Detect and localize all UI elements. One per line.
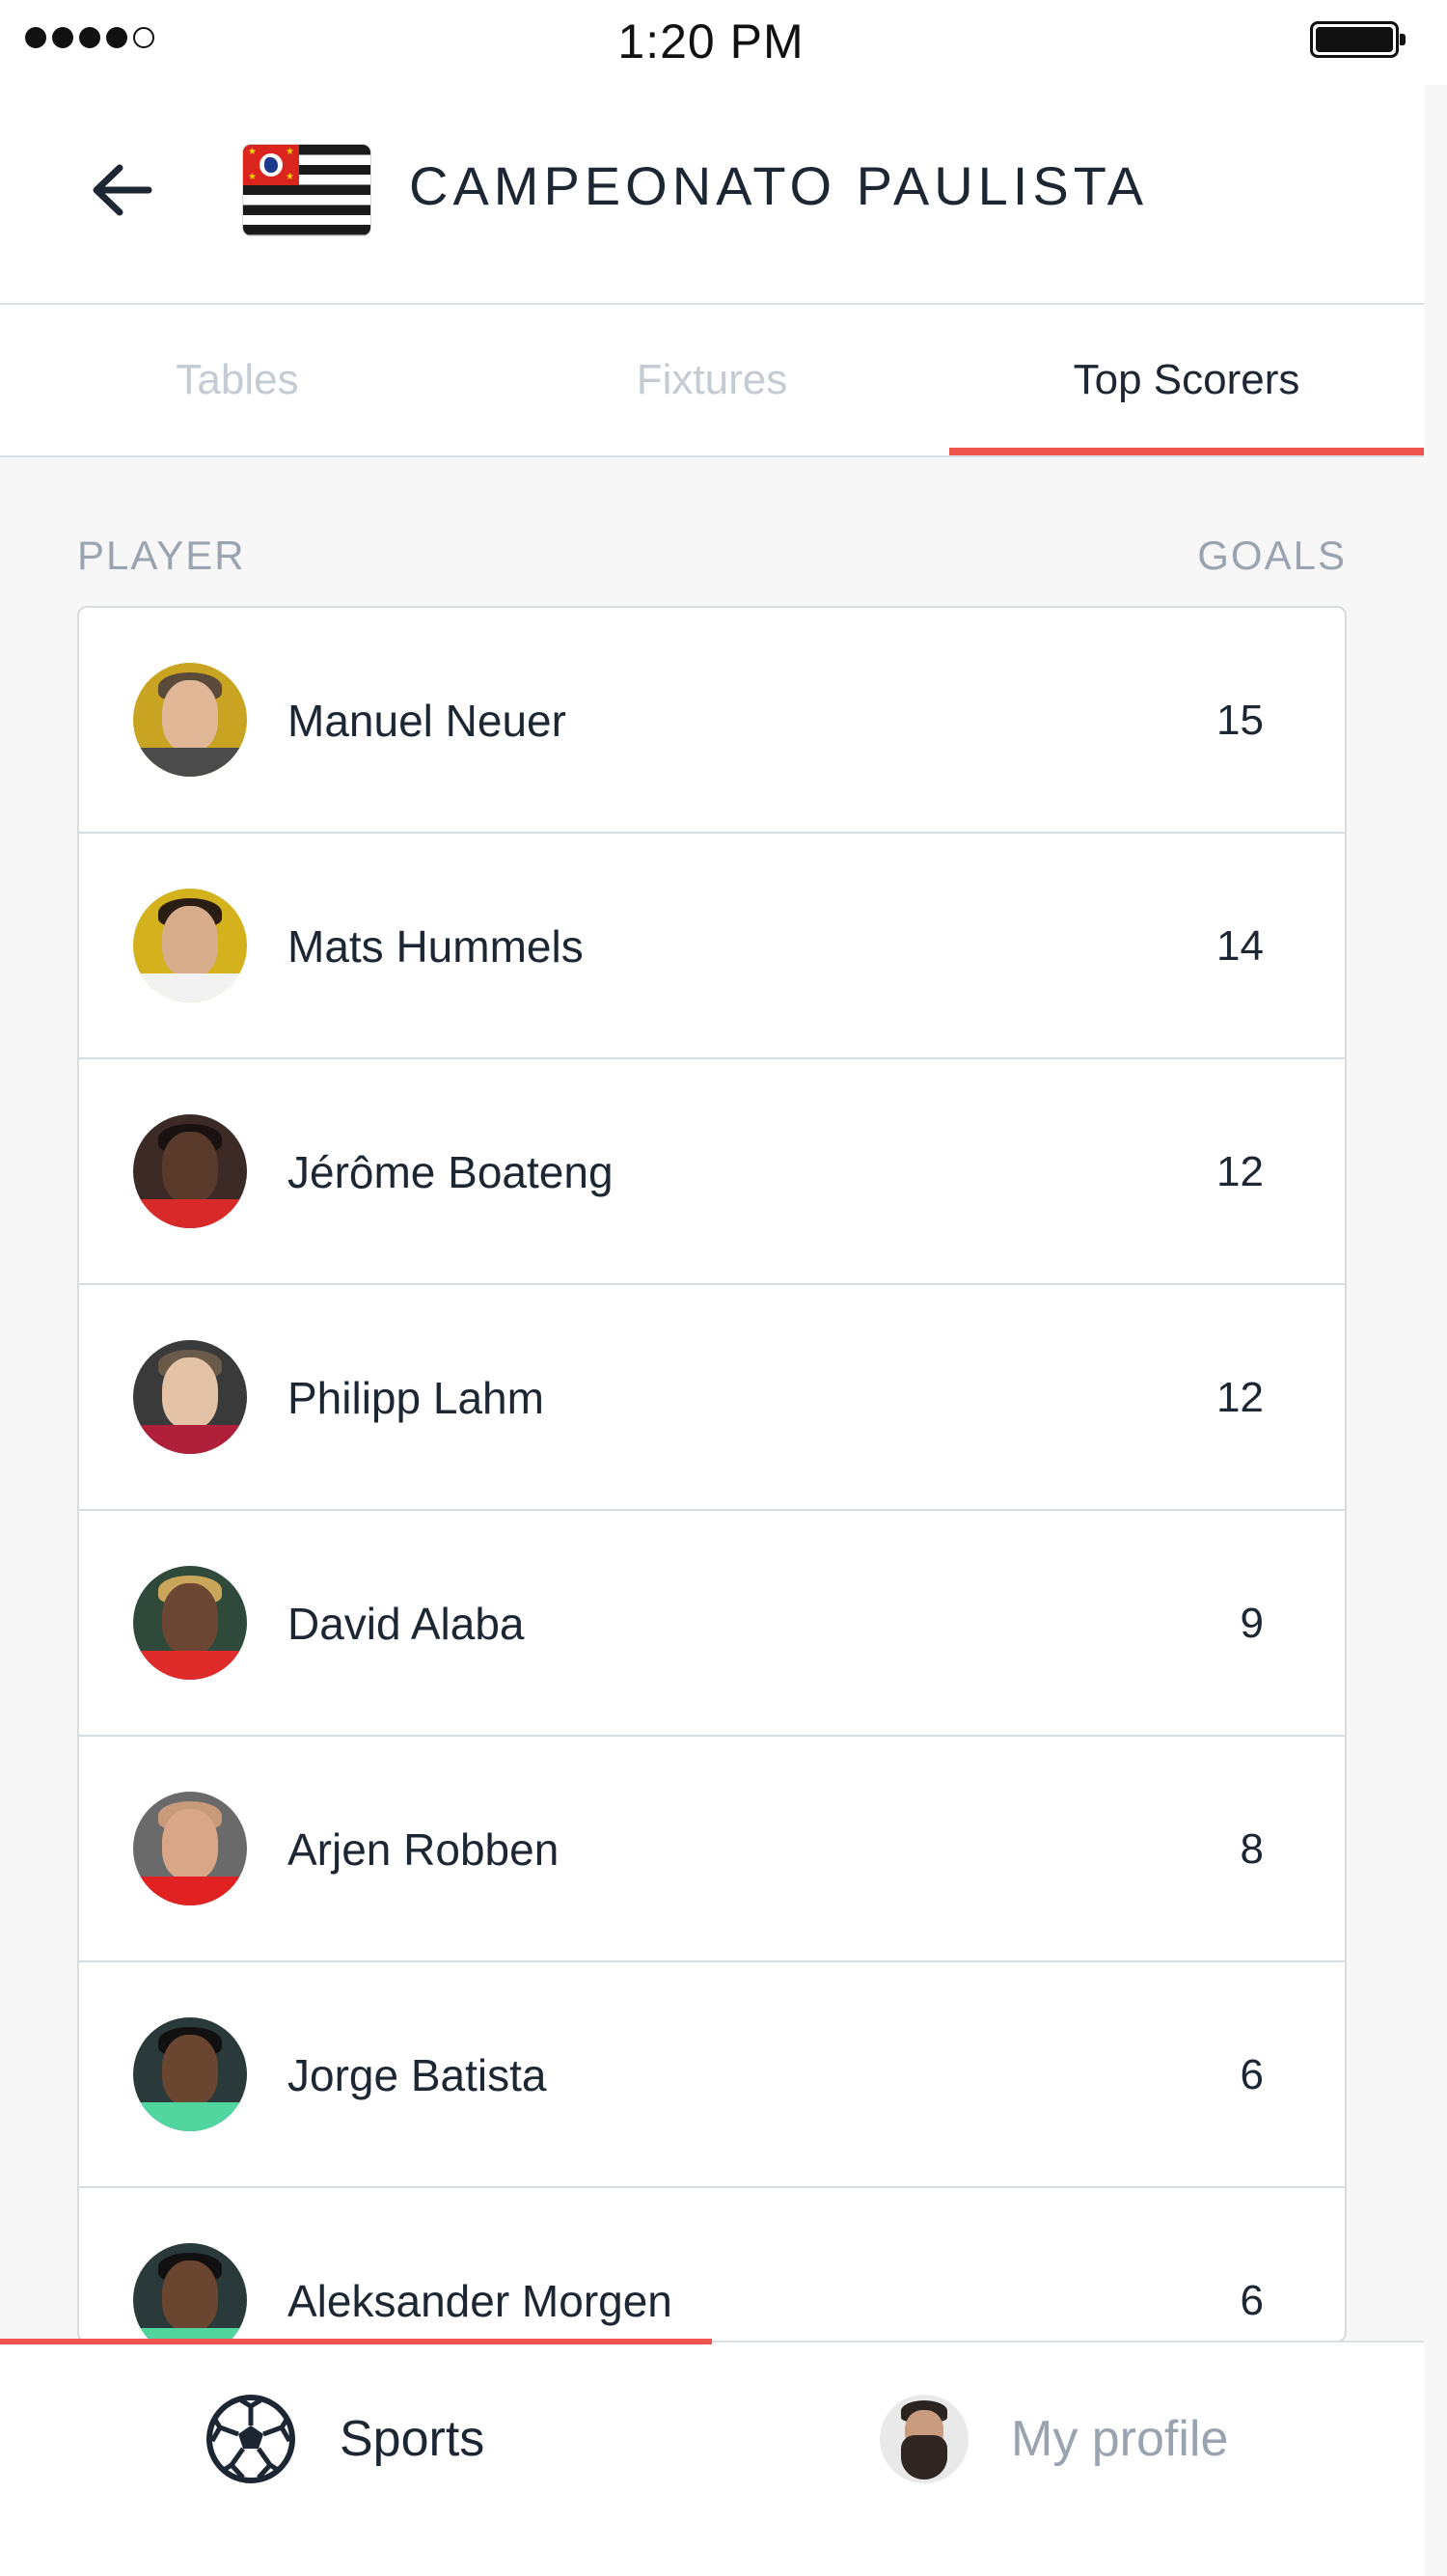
player-goals: 12 xyxy=(1216,1148,1264,1195)
player-goals: 6 xyxy=(1240,2051,1264,2098)
list-item[interactable]: Jorge Batista 6 xyxy=(79,1962,1345,2188)
player-goals: 8 xyxy=(1240,1825,1264,1873)
player-name: Philipp Lahm xyxy=(287,1373,544,1423)
bottom-navigation: Sports My profile xyxy=(0,2341,1424,2576)
player-goals: 12 xyxy=(1216,1374,1264,1421)
list-item[interactable]: Jérôme Boateng 12 xyxy=(79,1059,1345,1285)
player-name: Mats Hummels xyxy=(287,921,584,972)
page-title: CAMPEONATO PAULISTA xyxy=(409,155,1149,216)
list-item[interactable]: Arjen Robben 8 xyxy=(79,1737,1345,1962)
nav-my-profile[interactable]: My profile xyxy=(712,2343,1424,2535)
list-item[interactable]: David Alaba 9 xyxy=(79,1511,1345,1737)
player-goals: 6 xyxy=(1240,2277,1264,2324)
player-avatar xyxy=(133,1340,247,1454)
player-goals: 14 xyxy=(1216,922,1264,970)
back-button[interactable] xyxy=(85,152,160,228)
player-avatar xyxy=(133,2017,247,2131)
active-tab-indicator xyxy=(949,448,1424,455)
nav-sports-label: Sports xyxy=(340,2411,485,2467)
list-item[interactable]: Philipp Lahm 12 xyxy=(79,1285,1345,1511)
player-name: Aleksander Morgen xyxy=(287,2276,672,2326)
column-header-player: PLAYER xyxy=(77,533,246,578)
player-avatar xyxy=(133,1566,247,1680)
player-avatar xyxy=(133,889,247,1002)
list-item[interactable]: Aleksander Morgen 6 xyxy=(79,2188,1345,2341)
scorers-list: Manuel Neuer 15 Mats Hummels 14 Jérôme B… xyxy=(77,606,1347,2343)
player-avatar xyxy=(133,663,247,777)
player-name: Arjen Robben xyxy=(287,1824,560,1875)
player-name: Jérôme Boateng xyxy=(287,1147,614,1197)
nav-sports[interactable]: Sports xyxy=(0,2343,712,2535)
profile-avatar-icon xyxy=(880,2395,969,2483)
list-item[interactable]: Mats Hummels 14 xyxy=(79,834,1345,1059)
column-header-goals: GOALS xyxy=(1197,533,1347,578)
player-avatar xyxy=(133,2243,247,2341)
soccer-ball-icon xyxy=(206,2395,295,2483)
player-name: Jorge Batista xyxy=(287,2050,547,2100)
arrow-left-icon xyxy=(93,164,152,216)
player-goals: 15 xyxy=(1216,697,1264,744)
tab-tables[interactable]: Tables xyxy=(0,305,475,455)
sao-paulo-flag-icon: ★ ★ ★ ★ xyxy=(243,145,370,235)
tab-top-scorers[interactable]: Top Scorers xyxy=(949,305,1424,455)
status-bar: 1:20 PM xyxy=(0,0,1447,85)
active-nav-indicator xyxy=(0,2339,712,2344)
battery-icon xyxy=(1310,21,1406,58)
tab-bar: Tables Fixtures Top Scorers xyxy=(0,305,1424,457)
player-avatar xyxy=(133,1114,247,1228)
player-avatar xyxy=(133,1792,247,1905)
list-item[interactable]: Manuel Neuer 15 xyxy=(79,608,1345,834)
status-time: 1:20 PM xyxy=(617,14,805,69)
tab-fixtures[interactable]: Fixtures xyxy=(475,305,949,455)
player-goals: 9 xyxy=(1240,1600,1264,1647)
player-name: Manuel Neuer xyxy=(287,696,566,746)
nav-my-profile-label: My profile xyxy=(1011,2411,1229,2467)
player-name: David Alaba xyxy=(287,1599,525,1649)
